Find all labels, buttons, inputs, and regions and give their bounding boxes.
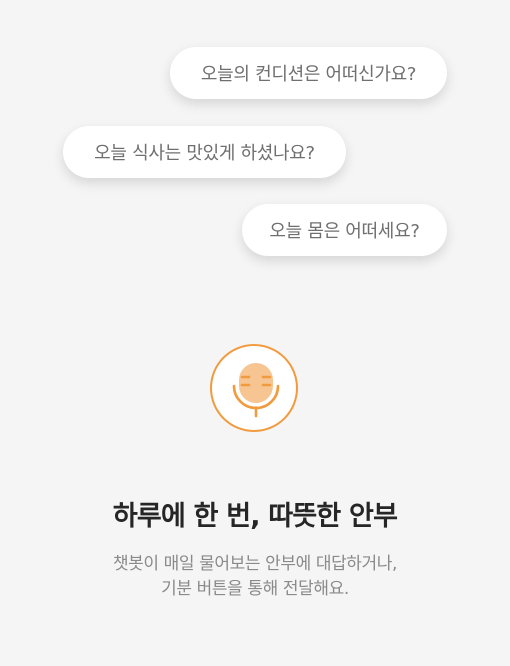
chat-bubble-meal: 오늘 식사는 맛있게 하셨나요?: [63, 126, 346, 178]
chat-bubble-condition: 오늘의 컨디션은 어떠신가요?: [170, 47, 447, 99]
microphone-icon: [232, 363, 280, 418]
description-line-2: 기분 버튼을 통해 전달해요.: [161, 579, 349, 599]
chat-bubble-text: 오늘 몸은 어떠세요?: [269, 221, 420, 242]
chat-bubble-text: 오늘의 컨디션은 어떠신가요?: [200, 64, 417, 85]
chat-bubble-text: 오늘 식사는 맛있게 하셨나요?: [94, 143, 315, 164]
page-title: 하루에 한 번, 따뜻한 안부: [112, 501, 398, 532]
chat-bubble-body: 오늘 몸은 어떠세요?: [242, 204, 447, 256]
description-line-1: 챗봇이 매일 물어보는 안부에 대답하거나,: [112, 554, 398, 574]
microphone-button[interactable]: [210, 344, 298, 432]
